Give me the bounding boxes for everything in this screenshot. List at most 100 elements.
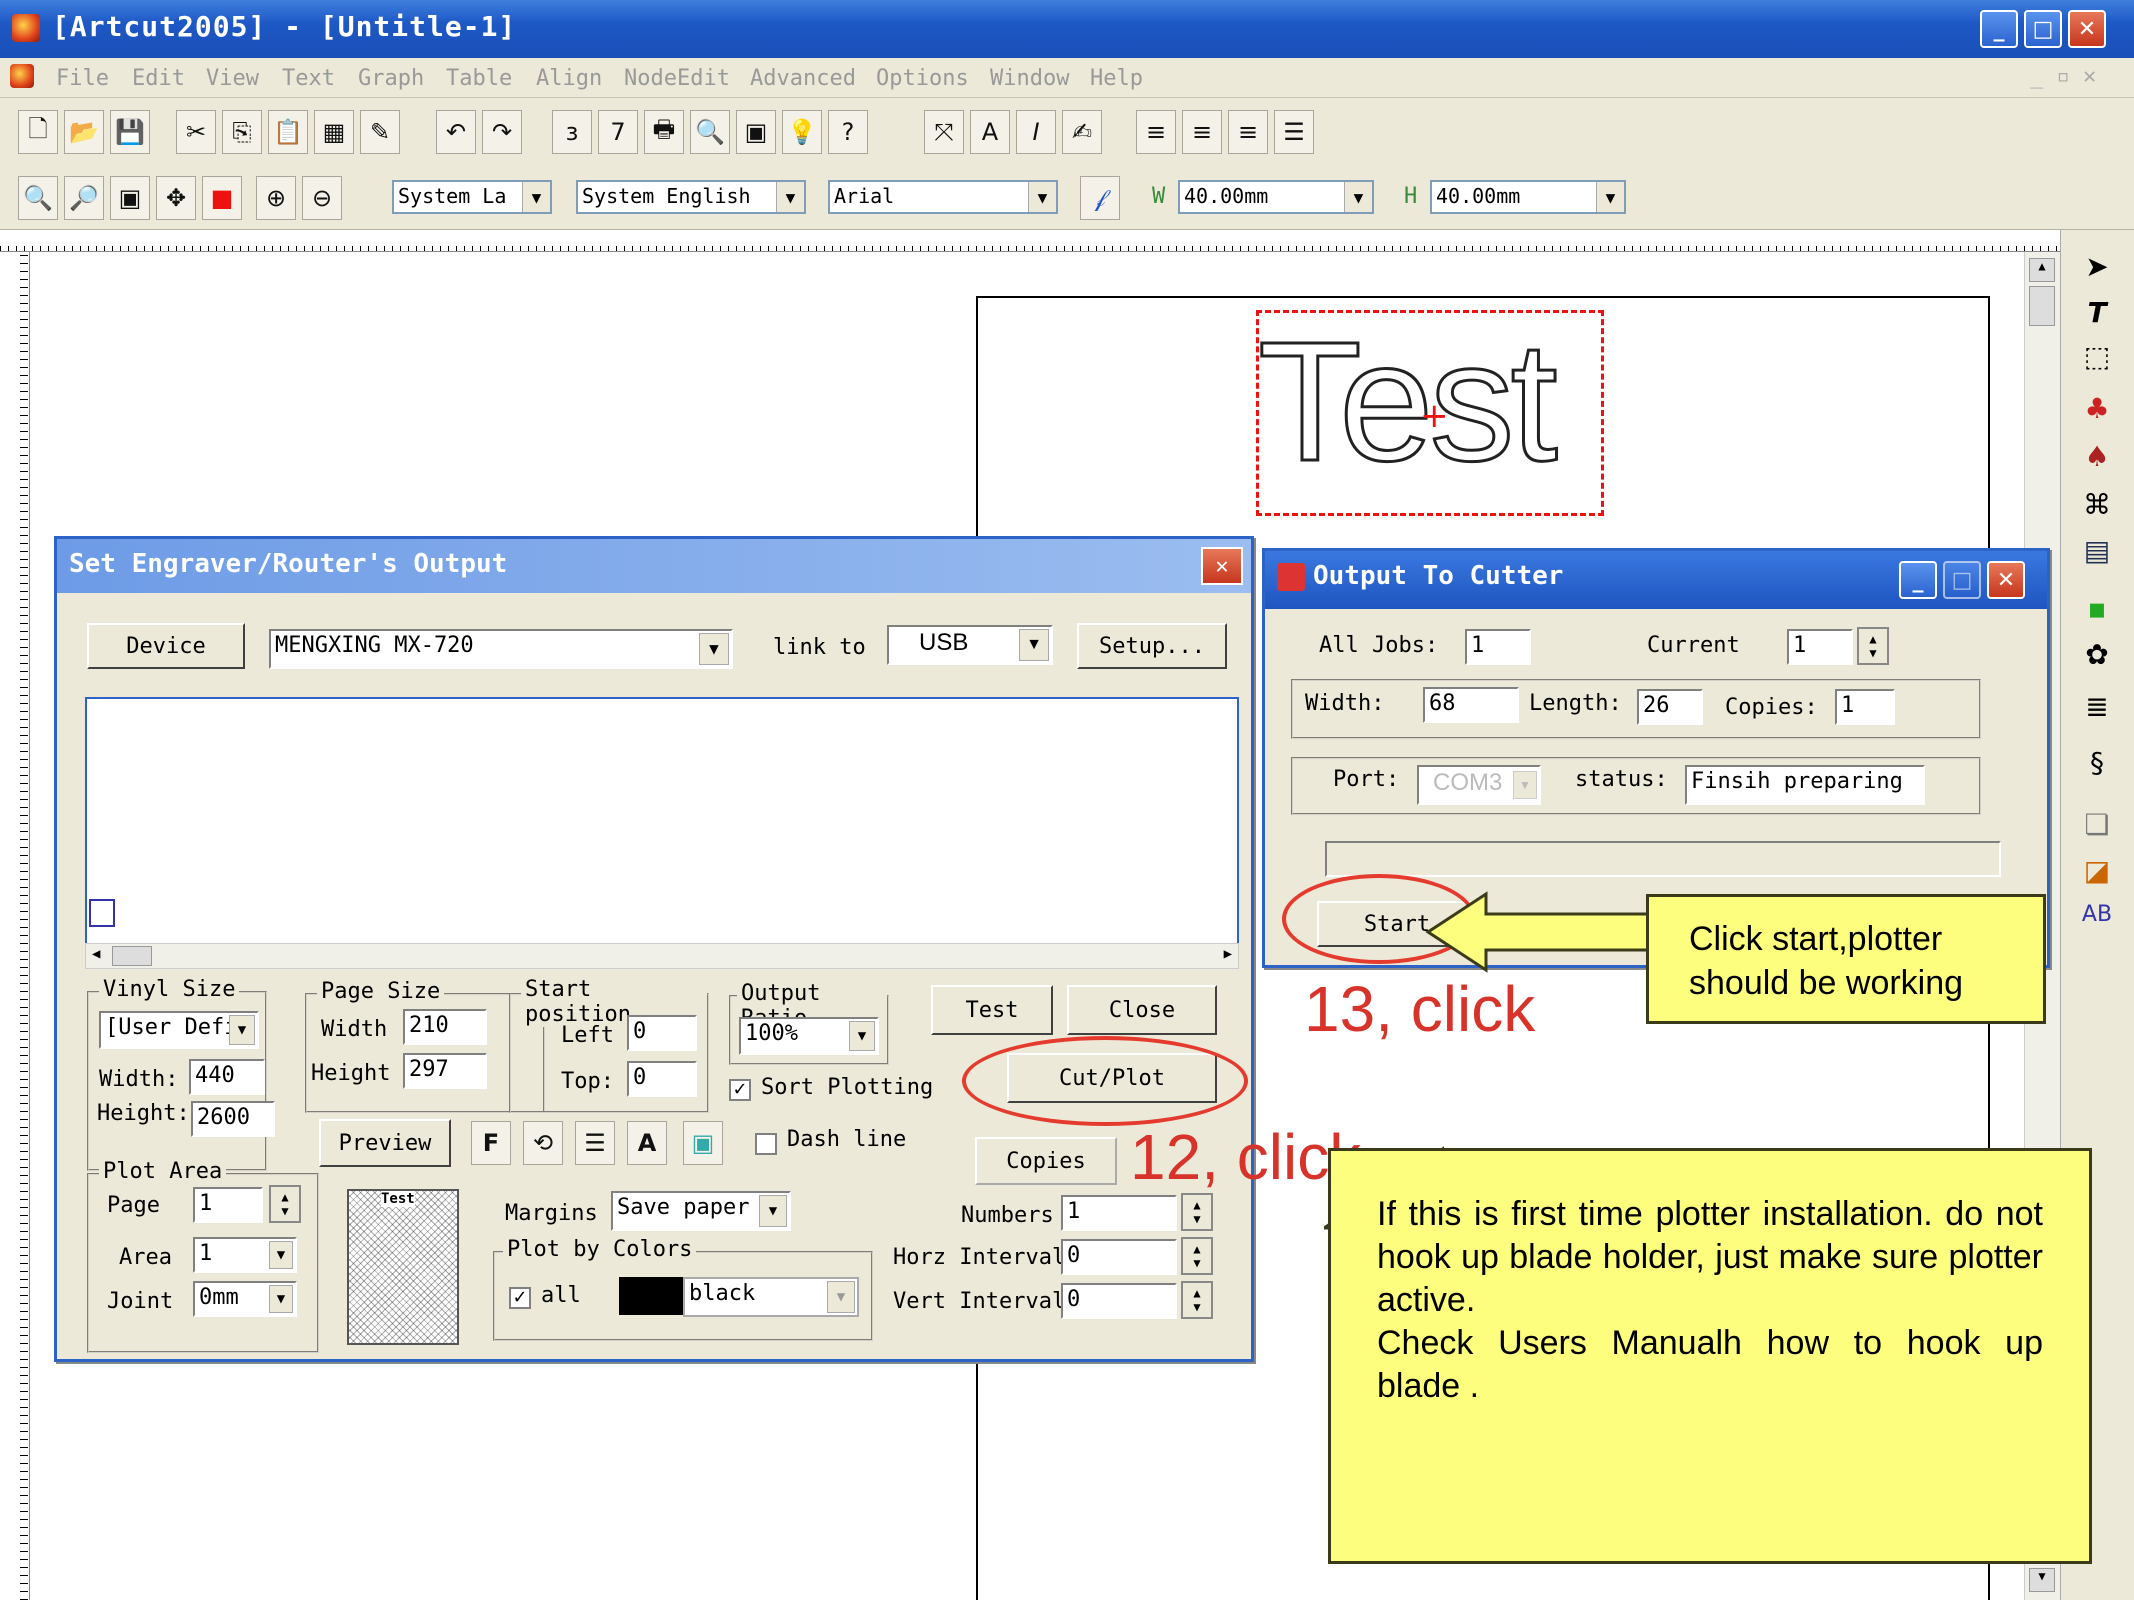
text-frame-icon[interactable]: A	[970, 110, 1010, 154]
text-effect-icon[interactable]: AB	[2075, 894, 2119, 934]
area-select[interactable]: 1 ▼	[193, 1237, 297, 1273]
menu-options[interactable]: Options	[876, 66, 969, 91]
top-input[interactable]: 0	[627, 1061, 697, 1097]
scroll-up-icon[interactable]: ▲	[2029, 258, 2055, 282]
cutter-close-button[interactable]: ✕	[1987, 561, 2025, 599]
menu-file[interactable]: File	[56, 66, 109, 91]
menu-view[interactable]: View	[206, 66, 259, 91]
page-spinner[interactable]: ▲ ▼	[269, 1185, 301, 1223]
vinyl-select[interactable]: [User Defi ▼	[99, 1011, 259, 1049]
pointer-tool-icon[interactable]: ➤	[2075, 246, 2119, 286]
preview-hscroll[interactable]: ◀ ▶	[85, 943, 1239, 969]
scroll-left-icon[interactable]: ◀	[92, 946, 100, 962]
sort-plotting-checkbox[interactable]: ✓	[729, 1079, 751, 1101]
minimize-button[interactable]: _	[1980, 10, 2018, 48]
link-select[interactable]: USB ▼	[887, 625, 1053, 665]
font-a-icon[interactable]: A	[627, 1121, 667, 1165]
copies-tab[interactable]: Copies	[975, 1137, 1117, 1185]
page-width-input[interactable]: 210	[403, 1009, 487, 1045]
joint-select[interactable]: 0mm ▼	[193, 1281, 297, 1317]
font-style-icon[interactable]: 𝒻	[1080, 176, 1120, 220]
color-tool-icon[interactable]: ▪	[2075, 588, 2119, 628]
language-combo[interactable]: System La ▼	[392, 180, 552, 214]
menu-text[interactable]: Text	[282, 66, 335, 91]
canvas-test-text[interactable]: Test	[1257, 311, 1560, 494]
image-tool-icon[interactable]: ⌘	[2075, 484, 2119, 524]
scroll-right-icon[interactable]: ▶	[1224, 946, 1232, 962]
color-select[interactable]: black ▼	[683, 1277, 859, 1317]
align-left-icon[interactable]: ≡	[1136, 110, 1176, 154]
ratio-select[interactable]: 100% ▼	[739, 1017, 879, 1055]
numbers-spinner[interactable]: ▲ ▼	[1181, 1193, 1213, 1231]
close-dialog-button[interactable]: Close	[1067, 985, 1217, 1035]
menu-graph[interactable]: Graph	[358, 66, 424, 91]
all-colors-checkbox[interactable]: ✓	[509, 1287, 531, 1309]
transform-icon[interactable]: ⤧	[924, 110, 964, 154]
menu-edit[interactable]: Edit	[132, 66, 185, 91]
setup-button[interactable]: Setup...	[1077, 623, 1227, 669]
shape-tool-icon[interactable]: ♣	[2075, 388, 2119, 428]
numbers-input[interactable]: 1	[1061, 1195, 1177, 1231]
mdi-controls-icon[interactable]: _ ▫ ✕	[2030, 64, 2096, 89]
print-icon[interactable]: 🖶	[644, 110, 684, 154]
print-preview-icon[interactable]: 🔍	[690, 110, 730, 154]
lines-icon[interactable]: ☰	[575, 1121, 615, 1165]
script-combo[interactable]: System English ▼	[576, 180, 806, 214]
horz-interval-input[interactable]: 0	[1061, 1239, 1177, 1275]
close-button[interactable]: ✕	[2068, 10, 2106, 48]
fill-tool-icon[interactable]: ◪	[2075, 850, 2119, 890]
scroll-down-icon[interactable]: ▼	[2029, 1568, 2055, 1592]
open-icon[interactable]: 📂	[64, 110, 104, 154]
preview-area[interactable]	[85, 697, 1239, 951]
page-height-input[interactable]: 297	[403, 1053, 487, 1089]
script-tool-icon[interactable]: §	[2075, 742, 2119, 782]
test-button[interactable]: Test	[931, 985, 1053, 1035]
font-f-icon[interactable]: F	[471, 1121, 511, 1165]
vert-interval-input[interactable]: 0	[1061, 1283, 1177, 1319]
left-input[interactable]: 0	[627, 1015, 697, 1051]
preview-button[interactable]: Preview	[319, 1119, 451, 1167]
pan-icon[interactable]: ✥	[156, 176, 196, 220]
device-button[interactable]: Device	[87, 623, 245, 669]
paste-icon[interactable]: 📋	[268, 110, 308, 154]
margins-select[interactable]: Save paper ▼	[611, 1191, 791, 1231]
layer-tool-icon[interactable]: ≣	[2075, 686, 2119, 726]
menu-align[interactable]: Align	[536, 66, 602, 91]
engrave-icon[interactable]: 7	[598, 110, 638, 154]
zoom-out-icon[interactable]: 🔎	[64, 176, 104, 220]
zoom-all-icon[interactable]: ⊕	[256, 176, 296, 220]
node-tool-icon[interactable]: ⬚	[2075, 336, 2119, 376]
save-icon[interactable]: 💾	[110, 110, 150, 154]
table-tool-icon[interactable]: ▤	[2075, 530, 2119, 570]
menu-help[interactable]: Help	[1090, 66, 1143, 91]
image-icon[interactable]: ▣	[683, 1121, 723, 1165]
help-icon[interactable]: ?	[828, 110, 868, 154]
port-select[interactable]: COM3 ▼	[1417, 765, 1541, 805]
horz-interval-spinner[interactable]: ▲ ▼	[1181, 1237, 1213, 1275]
justify-icon[interactable]: ☰	[1274, 110, 1314, 154]
zoom-page-icon[interactable]: ⊖	[302, 176, 342, 220]
scan-icon[interactable]: ✎	[360, 110, 400, 154]
copy-icon[interactable]: ⎘	[222, 110, 262, 154]
current-spinner[interactable]: ▲ ▼	[1857, 627, 1889, 665]
vinyl-width-input[interactable]: 440	[189, 1059, 265, 1095]
cut-icon[interactable]: ✂	[176, 110, 216, 154]
new-icon[interactable]: 🗋	[18, 110, 58, 154]
dialog-close-icon[interactable]: ✕	[1201, 547, 1243, 585]
mirror-icon[interactable]: ⟲	[523, 1121, 563, 1165]
fill-red-icon[interactable]: ■	[202, 176, 242, 220]
device-select[interactable]: MENGXING MX-720 ▼	[269, 629, 733, 669]
cut-plot-icon[interactable]: ɜ	[552, 110, 592, 154]
page-input[interactable]: 1	[193, 1187, 263, 1223]
hscroll-thumb[interactable]	[112, 946, 152, 966]
tip-icon[interactable]: 💡	[782, 110, 822, 154]
menu-nodeedit[interactable]: NodeEdit	[624, 66, 730, 91]
undo-icon[interactable]: ↶	[436, 110, 476, 154]
dash-line-checkbox[interactable]	[755, 1133, 777, 1155]
vert-interval-spinner[interactable]: ▲ ▼	[1181, 1281, 1213, 1319]
font-combo[interactable]: Arial ▼	[828, 180, 1058, 214]
grid-icon[interactable]: ▦	[314, 110, 354, 154]
zoom-select-icon[interactable]: ▣	[110, 176, 150, 220]
italic-icon[interactable]: I	[1016, 110, 1056, 154]
effect-tool-icon[interactable]: ✿	[2075, 634, 2119, 674]
